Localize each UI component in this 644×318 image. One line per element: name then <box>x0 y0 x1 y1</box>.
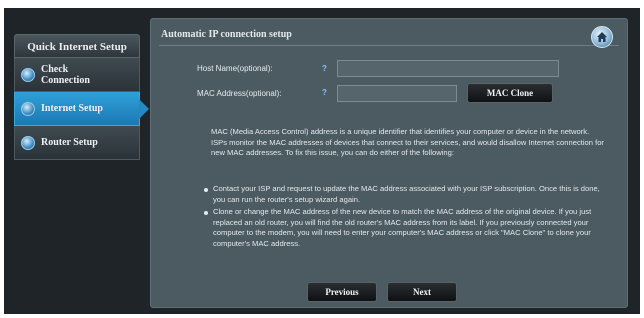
title-divider <box>159 45 619 46</box>
mac-address-input[interactable] <box>337 84 457 102</box>
next-button[interactable]: Next <box>387 282 457 302</box>
sidebar-item-check-connection[interactable]: Check Connection <box>14 58 140 92</box>
sidebar-item-label: Router Setup <box>41 137 98 148</box>
mac-address-label: MAC Address(optional): <box>197 88 282 98</box>
setup-panel: Automatic IP connection setup Host Name(… <box>150 18 628 308</box>
previous-button[interactable]: Previous <box>307 282 377 302</box>
instruction-list: Contact your ISP and request to update t… <box>203 184 609 251</box>
panel-title: Automatic IP connection setup <box>161 29 292 40</box>
list-item: Clone or change the MAC address of the n… <box>203 207 609 249</box>
home-icon <box>597 32 607 42</box>
host-name-label: Host Name(optional): <box>197 64 273 73</box>
list-item: Contact your ISP and request to update t… <box>203 184 609 205</box>
host-name-input[interactable] <box>337 60 559 77</box>
mac-description: MAC (Media Access Control) address is a … <box>211 127 604 157</box>
sidebar-item-internet-setup[interactable]: Internet Setup <box>14 92 140 126</box>
sidebar-item-label: Internet Setup <box>41 103 103 114</box>
mac-clone-button[interactable]: MAC Clone <box>467 83 553 103</box>
host-name-row: Host Name(optional): ? <box>197 60 559 77</box>
quick-setup-sidebar: Quick Internet Setup Check Connection In… <box>14 34 140 160</box>
sidebar-item-router-setup[interactable]: Router Setup <box>14 126 140 160</box>
sidebar-header: Quick Internet Setup <box>14 34 140 58</box>
sidebar-item-label: Check Connection <box>41 63 90 86</box>
mac-address-row: MAC Address(optional): ? MAC Clone <box>197 83 553 103</box>
globe-icon <box>21 67 35 82</box>
help-icon[interactable]: ? <box>322 88 330 98</box>
home-button[interactable] <box>591 26 613 48</box>
globe-icon <box>21 101 35 116</box>
help-icon[interactable]: ? <box>322 64 330 74</box>
globe-icon <box>21 135 35 150</box>
